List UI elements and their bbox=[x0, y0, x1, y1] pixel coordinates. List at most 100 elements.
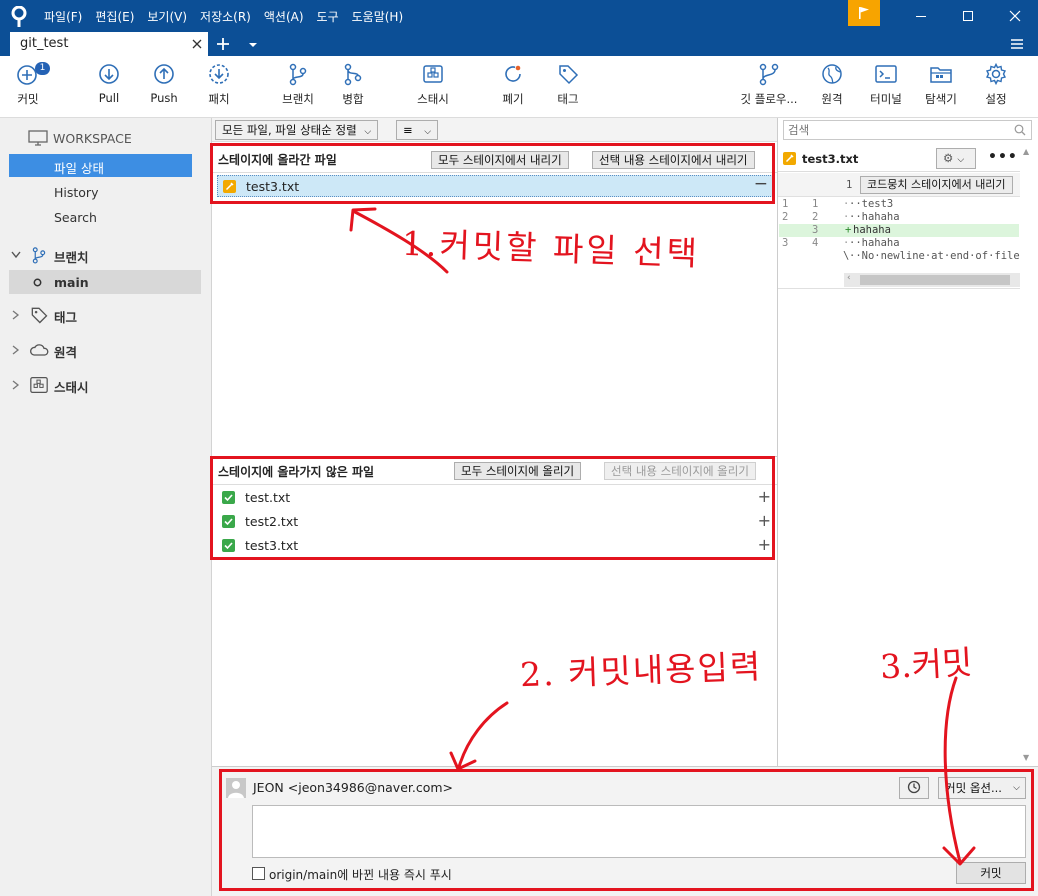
diff-line-added: 3 + hahaha bbox=[779, 224, 1019, 237]
monitor-icon bbox=[28, 130, 48, 146]
folder-icon bbox=[930, 67, 952, 83]
main-branch-label: main bbox=[54, 275, 89, 290]
tag-icon bbox=[31, 307, 48, 324]
sourcetree-logo-icon bbox=[11, 6, 27, 28]
sort-label: 모든 파일, 파일 상태순 정렬 bbox=[222, 123, 357, 137]
discard-icon bbox=[505, 65, 521, 82]
file-status-label: 파일 상태 bbox=[54, 161, 104, 176]
remotes-label: 원격 bbox=[54, 345, 78, 360]
diff-line: 2 2 · ··hahaha bbox=[782, 211, 900, 223]
annotation-box-unstaged bbox=[210, 456, 775, 560]
hamburger-menu-icon[interactable] bbox=[1010, 37, 1024, 51]
sidebar-item-search[interactable]: Search bbox=[0, 209, 212, 229]
sidebar-remotes-header[interactable]: 원격 bbox=[0, 339, 212, 361]
sidebar-item-file-status[interactable]: 파일 상태 bbox=[9, 154, 192, 177]
unstage-hunk-button[interactable]: 코드뭉치 스테이지에서 내리기 bbox=[860, 176, 1013, 194]
chevron-right-icon bbox=[12, 310, 20, 320]
diff-options-dropdown[interactable]: ⚙ ⌵ bbox=[936, 148, 976, 169]
merge-icon bbox=[344, 63, 362, 86]
modified-file-icon bbox=[783, 152, 796, 165]
add-tab-icon[interactable] bbox=[216, 37, 230, 51]
diff-file-name: test3.txt bbox=[802, 152, 859, 166]
close-icon bbox=[1009, 10, 1021, 22]
scroll-left-icon[interactable]: ‹ bbox=[847, 273, 851, 283]
settings-button[interactable]: 설정 bbox=[960, 62, 1032, 107]
more-options-icon[interactable]: ••• bbox=[988, 149, 1018, 165]
scroll-thumb[interactable] bbox=[860, 275, 1010, 285]
menu-repository[interactable]: 저장소(R) bbox=[200, 8, 251, 25]
tab-close-icon[interactable] bbox=[192, 39, 202, 49]
diff-horizontal-scrollbar[interactable]: ‹ bbox=[844, 273, 1020, 287]
patch-icon bbox=[209, 64, 229, 84]
tags-label: 태그 bbox=[54, 310, 78, 325]
sidebar: WORKSPACE 파일 상태 History Search 브랜치 main … bbox=[0, 118, 212, 896]
terminal-icon bbox=[875, 65, 897, 83]
git-flow-icon bbox=[759, 63, 779, 86]
chevron-down-icon: ⌵ bbox=[364, 127, 372, 137]
annotation-box-staged bbox=[210, 143, 775, 204]
sidebar-item-history[interactable]: History bbox=[0, 184, 212, 204]
annotation-arrow-3 bbox=[942, 676, 976, 866]
hunk-header: 1 코드뭉치 스테이지에서 내리기 bbox=[778, 173, 1020, 197]
stash-button[interactable]: 스태시 bbox=[397, 62, 469, 107]
merge-label: 병합 bbox=[342, 92, 364, 106]
diff-line: 3 4 · ··hahaha bbox=[782, 237, 900, 249]
current-branch-icon bbox=[33, 278, 42, 287]
branches-label: 브랜치 bbox=[54, 250, 89, 265]
menu-edit[interactable]: 편집(E) bbox=[95, 8, 134, 25]
settings-label: 설정 bbox=[985, 92, 1007, 106]
diff-scrollbar[interactable]: ▲ ▼ bbox=[1020, 145, 1034, 766]
menu-actions[interactable]: 액션(A) bbox=[264, 8, 304, 25]
tag-label: 태그 bbox=[557, 92, 579, 106]
diff-line: 1 1 · ··test3 bbox=[782, 198, 894, 210]
chevron-right-icon bbox=[12, 345, 20, 355]
hunk-number: 1 bbox=[846, 179, 853, 191]
chevron-down-icon bbox=[11, 251, 21, 259]
minimize-button[interactable] bbox=[898, 0, 944, 32]
scroll-down-icon[interactable]: ▼ bbox=[1023, 753, 1029, 762]
search-icon bbox=[1014, 124, 1026, 136]
tab-git-test[interactable]: git_test bbox=[10, 32, 208, 56]
flag-button[interactable] bbox=[848, 0, 880, 26]
menu-help[interactable]: 도움말(H) bbox=[352, 8, 404, 25]
sidebar-stashes-header[interactable]: 스태시 bbox=[0, 374, 212, 396]
tag-button[interactable]: 태그 bbox=[532, 62, 604, 107]
diff-line: \ ··No·newline·at·end·of·file bbox=[843, 250, 1020, 262]
sidebar-branches-header[interactable]: 브랜치 bbox=[0, 244, 212, 266]
history-label: History bbox=[54, 185, 99, 200]
menu-view[interactable]: 보기(V) bbox=[147, 8, 187, 25]
stash-label: 스태시 bbox=[417, 92, 449, 106]
maximize-button[interactable] bbox=[945, 0, 991, 32]
chevron-right-icon bbox=[12, 380, 20, 390]
toolbar: 1 커밋 Pull Push 패치 브랜치 병합 스태시 폐기 태그 깃 플로우… bbox=[0, 56, 1038, 118]
workspace-label: WORKSPACE bbox=[53, 131, 132, 146]
annotation-arrow-2 bbox=[449, 701, 509, 771]
git-flow-label: 깃 플로우... bbox=[740, 92, 798, 106]
patch-button[interactable]: 패치 bbox=[183, 62, 255, 107]
sidebar-tags-header[interactable]: 태그 bbox=[0, 304, 212, 326]
close-button[interactable] bbox=[992, 0, 1038, 32]
sidebar-item-main[interactable]: main bbox=[9, 270, 201, 294]
scroll-up-icon[interactable]: ▲ bbox=[1023, 147, 1029, 156]
title-bar: 파일(F) 편집(E) 보기(V) 저장소(R) 액션(A) 도구 도움말(H) bbox=[0, 0, 1038, 32]
commit-button[interactable]: 1 커밋 bbox=[0, 62, 64, 107]
maximize-icon bbox=[963, 11, 973, 21]
sort-dropdown[interactable]: 모든 파일, 파일 상태순 정렬 ⌵ bbox=[215, 120, 379, 140]
git-flow-button[interactable]: 깃 플로우... bbox=[733, 62, 805, 107]
annotation-text-2: 2. 커밋내용입력 bbox=[519, 646, 763, 695]
view-mode-dropdown[interactable]: ≡ ⌵ bbox=[396, 120, 438, 140]
merge-button[interactable]: 병합 bbox=[317, 62, 389, 107]
tab-bar: git_test bbox=[0, 32, 1038, 56]
branch-icon bbox=[32, 247, 46, 264]
flag-icon bbox=[859, 7, 869, 19]
gear-icon: ⚙ bbox=[943, 151, 954, 165]
menu-tools[interactable]: 도구 bbox=[317, 8, 339, 25]
chevron-down-icon: ⌵ bbox=[957, 155, 965, 165]
menu-bar: 파일(F) 편집(E) 보기(V) 저장소(R) 액션(A) 도구 도움말(H) bbox=[44, 8, 403, 25]
tab-dropdown-icon[interactable] bbox=[248, 41, 258, 49]
stash-icon bbox=[30, 377, 48, 393]
menu-file[interactable]: 파일(F) bbox=[44, 8, 82, 25]
search-box[interactable] bbox=[783, 120, 1032, 140]
search-input[interactable] bbox=[788, 122, 1008, 138]
branch-icon bbox=[289, 63, 307, 86]
